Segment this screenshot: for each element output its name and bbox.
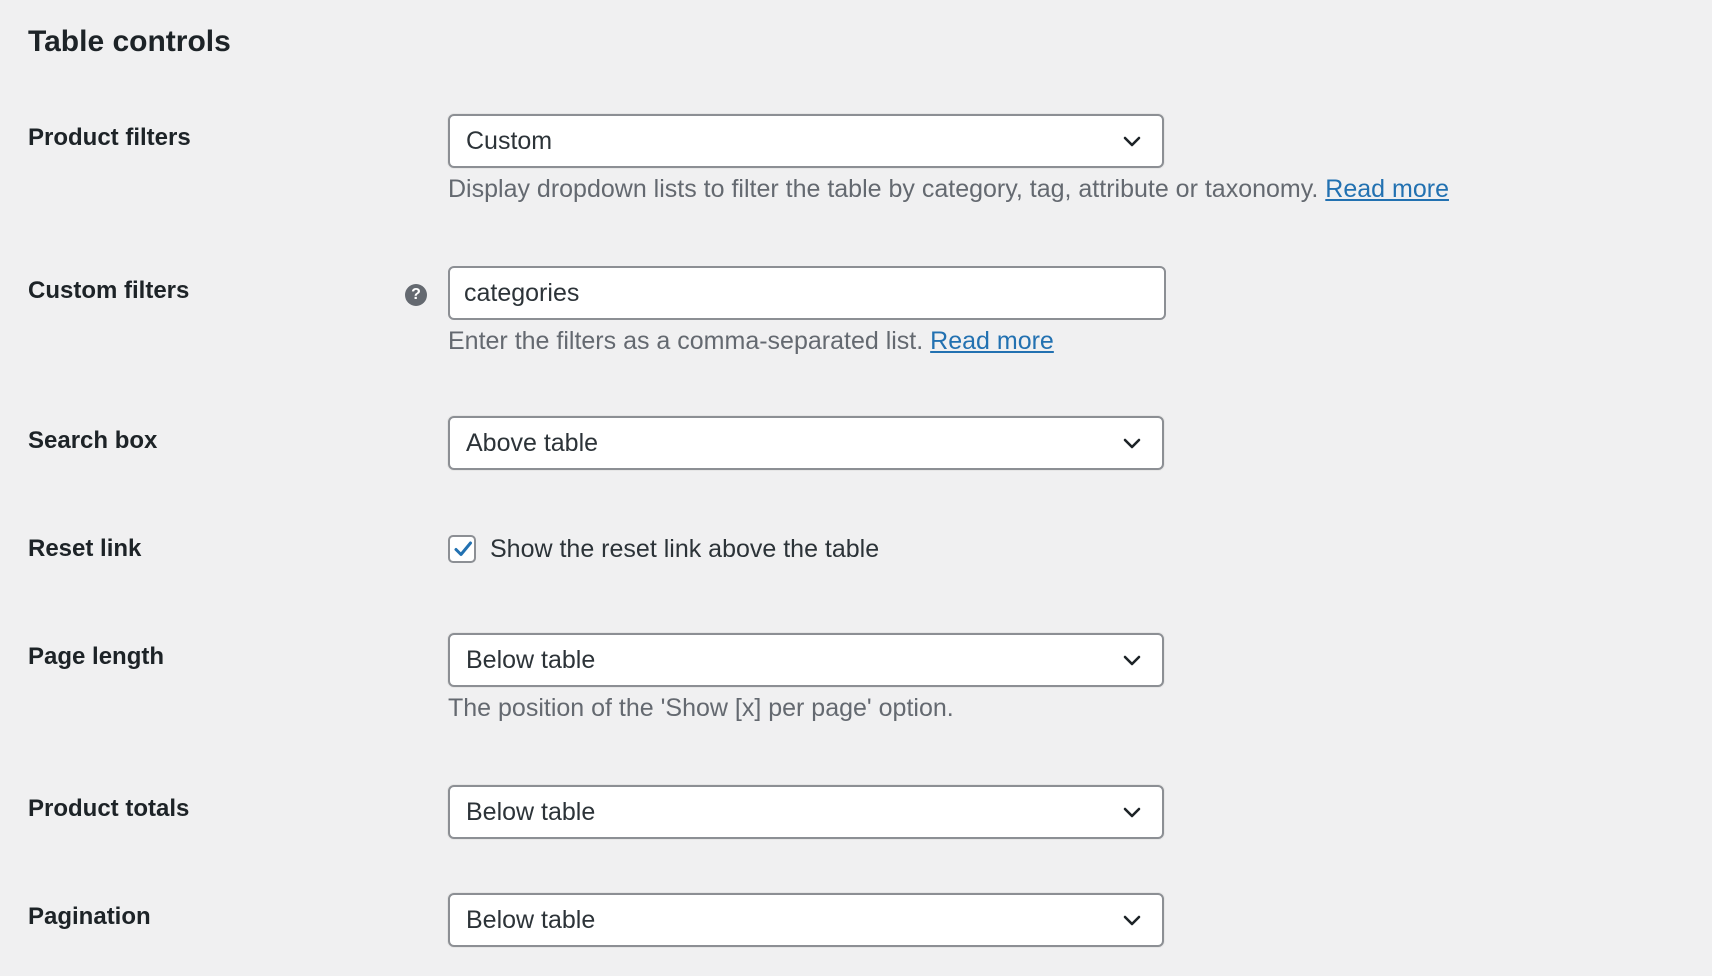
settings-page: Table controls Product filters Custom Di…: [0, 0, 1712, 976]
pagination-select[interactable]: Below table: [448, 893, 1164, 947]
pagination-label: Pagination: [28, 903, 151, 930]
reset-link-checkbox[interactable]: [448, 535, 476, 563]
chevron-down-icon: [1123, 438, 1141, 449]
custom-filters-input[interactable]: categories: [448, 266, 1166, 320]
chevron-down-icon: [1123, 807, 1141, 818]
pagination-value: Below table: [466, 906, 596, 934]
page-length-value: Below table: [466, 646, 596, 674]
reset-link-option: Show the reset link above the table: [448, 532, 879, 566]
custom-filters-read-more-link[interactable]: Read more: [930, 327, 1054, 355]
product-filters-field: Custom Display dropdown lists to filter …: [448, 114, 1449, 206]
reset-link-label: Reset link: [28, 535, 142, 562]
product-filters-select[interactable]: Custom: [448, 114, 1164, 168]
help-icon[interactable]: ?: [405, 284, 427, 306]
custom-filters-description-text: Enter the filters as a comma-separated l…: [448, 327, 924, 355]
chevron-down-icon: [1123, 915, 1141, 926]
section-title: Table controls: [28, 25, 231, 58]
product-totals-select[interactable]: Below table: [448, 785, 1164, 839]
search-box-field: Above table: [448, 416, 1164, 470]
product-filters-value: Custom: [466, 127, 553, 155]
product-totals-field: Below table: [448, 785, 1164, 839]
chevron-down-icon: [1123, 136, 1141, 147]
custom-filters-input-value: categories: [464, 279, 580, 307]
product-totals-label: Product totals: [28, 795, 190, 822]
pagination-field: Below table: [448, 893, 1164, 947]
search-box-label: Search box: [28, 427, 158, 454]
page-length-label: Page length: [28, 643, 165, 670]
page-length-select[interactable]: Below table: [448, 633, 1164, 687]
reset-link-checkbox-label[interactable]: Show the reset link above the table: [490, 532, 879, 566]
product-totals-value: Below table: [466, 798, 596, 826]
product-filters-label: Product filters: [28, 124, 191, 151]
search-box-select[interactable]: Above table: [448, 416, 1164, 470]
chevron-down-icon: [1123, 655, 1141, 666]
product-filters-description-text: Display dropdown lists to filter the tab…: [448, 175, 1319, 203]
product-filters-description: Display dropdown lists to filter the tab…: [448, 172, 1449, 206]
checkmark-icon: [454, 541, 472, 556]
search-box-value: Above table: [466, 429, 599, 457]
custom-filters-description: Enter the filters as a comma-separated l…: [448, 324, 1166, 358]
page-length-description: The position of the 'Show [x] per page' …: [448, 694, 954, 722]
page-length-field: Below table The position of the 'Show [x…: [448, 633, 1164, 725]
custom-filters-label: Custom filters: [28, 277, 190, 304]
product-filters-read-more-link[interactable]: Read more: [1325, 175, 1449, 203]
custom-filters-field: categories Enter the filters as a comma-…: [448, 266, 1166, 358]
